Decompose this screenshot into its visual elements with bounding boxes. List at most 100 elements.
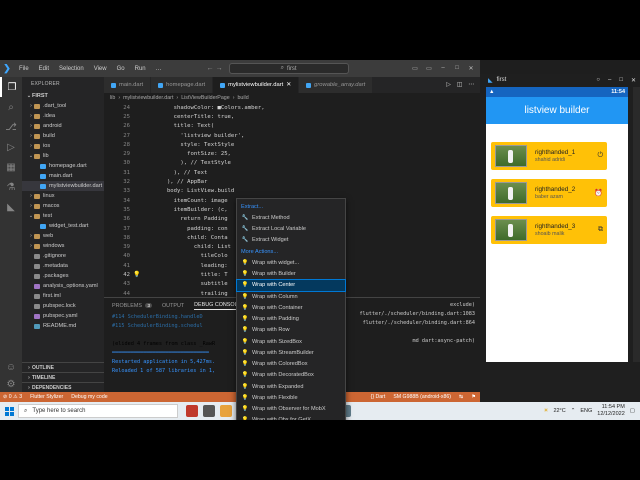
breadcrumb-item[interactable]: mylistviewbuilder.dart xyxy=(123,95,173,101)
tree-item[interactable]: README.md xyxy=(22,321,104,331)
start-button[interactable] xyxy=(0,402,18,420)
flutter-stylizer-status[interactable]: Flutter Stylizer xyxy=(30,394,63,400)
notification-center-icon[interactable]: ▢ xyxy=(630,408,635,414)
breadcrumb-item[interactable]: lib xyxy=(110,95,115,101)
explorer-icon[interactable]: ❐ xyxy=(0,77,22,97)
tree-item[interactable]: › windows xyxy=(22,241,104,251)
menu-item[interactable]: 🔧 Extract Local Variable xyxy=(237,224,345,235)
menu-item[interactable]: 💡 Wrap with Observer for MobX xyxy=(237,404,345,415)
trailing-icon[interactable]: ⧉ xyxy=(598,226,603,234)
menu-item[interactable]: 💡 Wrap with Padding xyxy=(237,314,345,325)
tab-growable-array-dart[interactable]: growable_array.dart xyxy=(299,77,374,93)
outline-section[interactable]: › OUTLINE xyxy=(22,362,104,372)
breadcrumb-item[interactable]: ListViewBuilderPage xyxy=(181,95,230,101)
tree-item[interactable]: homepage.dart xyxy=(22,161,104,171)
tree-item[interactable]: ⌄ test xyxy=(22,211,104,221)
timeline-section[interactable]: › TIMELINE xyxy=(22,372,104,382)
menu-item[interactable]: 🔧 Extract Widget xyxy=(237,235,345,246)
tree-item[interactable]: mylistviewbuilder.dart xyxy=(22,181,104,191)
tree-item[interactable]: › web xyxy=(22,231,104,241)
trailing-icon[interactable]: ⏰ xyxy=(594,189,603,197)
tree-item[interactable]: pubspec.lock xyxy=(22,301,104,311)
tree-item[interactable]: analysis_options.yaml xyxy=(22,281,104,291)
close-tab-icon[interactable]: ✕ xyxy=(286,82,291,88)
breadcrumb-item[interactable]: build xyxy=(237,95,248,101)
list-tile[interactable]: righthanded_2 baber azam ⏰ xyxy=(491,179,607,207)
command-center-search[interactable]: ⌕ first xyxy=(228,63,349,74)
clock[interactable]: 11:54 PM 12/12/2022 xyxy=(597,404,625,418)
menu-item[interactable]: 💡 Wrap with widget... xyxy=(237,257,345,268)
flutter-icon[interactable]: ◣ xyxy=(0,197,22,217)
language-indicator[interactable]: ENG xyxy=(580,408,592,414)
tree-item[interactable]: › build xyxy=(22,131,104,141)
tree-item[interactable]: main.dart xyxy=(22,171,104,181)
tab-output[interactable]: OUTPUT xyxy=(162,303,184,309)
close-button[interactable]: ✕ xyxy=(465,65,477,72)
menu-item[interactable]: 🔧 Extract Method xyxy=(237,212,345,223)
taskbar-search[interactable]: ⌕ Type here to search xyxy=(18,404,178,418)
tab-main-dart[interactable]: main.dart xyxy=(104,77,152,93)
emulator-extra-button[interactable]: ○ xyxy=(596,77,600,84)
menu-item[interactable]: 💡 Wrap with Column xyxy=(237,291,345,302)
tab-homepage-dart[interactable]: homepage.dart xyxy=(151,77,214,93)
menu-item[interactable]: 💡 Wrap with Builder xyxy=(237,269,345,280)
problems-status[interactable]: ⊘ 0 ⚠ 3 xyxy=(3,394,22,400)
workspace-root[interactable]: ⌄ FIRST xyxy=(22,91,104,101)
tree-item[interactable]: pubspec.yaml xyxy=(22,311,104,321)
tree-item[interactable]: ⌄ lib xyxy=(22,151,104,161)
menu-run[interactable]: Run xyxy=(130,66,151,72)
lightbulb-icon[interactable]: 💡 xyxy=(133,271,140,278)
debug-mode-status[interactable]: Debug my code xyxy=(71,394,107,400)
menu-item[interactable]: 💡 Wrap with Expanded xyxy=(237,381,345,392)
list-tile[interactable]: righthanded_3 shoaib malik ⧉ xyxy=(491,216,607,244)
split-editor-icon[interactable]: ◫ xyxy=(457,82,462,88)
language-status[interactable]: {} Dart xyxy=(371,394,386,400)
dependencies-section[interactable]: › DEPENDENCIES xyxy=(22,382,104,392)
menu-item[interactable]: 💡 Wrap with ColoredBox xyxy=(237,359,345,370)
notifications-icon[interactable]: ⚑ xyxy=(471,394,476,400)
maximize-button[interactable]: □ xyxy=(451,65,463,72)
tree-item[interactable]: › .dart_tool xyxy=(22,101,104,111)
tree-item[interactable]: › ios xyxy=(22,141,104,151)
settings-gear-icon[interactable]: ⚙ xyxy=(0,374,22,394)
tree-item[interactable]: first.iml xyxy=(22,291,104,301)
menu-item[interactable]: 💡 Wrap with DecoratedBox xyxy=(237,370,345,381)
news-app-icon[interactable] xyxy=(186,405,198,417)
tree-item[interactable]: .packages xyxy=(22,271,104,281)
more-actions-icon[interactable]: ⋯ xyxy=(468,82,474,88)
extensions-icon[interactable]: ▦ xyxy=(0,157,22,177)
menu-item[interactable]: 💡 Wrap with SizedBox xyxy=(237,336,345,347)
nav-back-forward-icon[interactable]: ← → xyxy=(207,65,223,72)
tab-debug-console[interactable]: DEBUG CONSOLE xyxy=(194,302,242,310)
device-status[interactable]: SM G988B (android-x86) xyxy=(393,394,451,400)
menu-item[interactable]: 💡 Wrap with Container xyxy=(237,302,345,313)
task-view-icon[interactable] xyxy=(203,405,215,417)
tree-item[interactable]: widget_test.dart xyxy=(22,221,104,231)
menu-edit[interactable]: Edit xyxy=(34,66,54,72)
tab-problems[interactable]: PROBLEMS 3 xyxy=(112,303,152,309)
tray-chevron-icon[interactable]: ⌃ xyxy=(571,408,576,414)
menu-item[interactable]: 💡 Wrap with StreamBuilder xyxy=(237,347,345,358)
menu-item[interactable]: 💡 Wrap with Flexible xyxy=(237,392,345,403)
emulator-maximize-button[interactable]: □ xyxy=(619,77,623,84)
emulator-minimize-button[interactable]: – xyxy=(608,77,611,84)
trailing-icon[interactable]: ⏻ xyxy=(597,152,603,160)
menu-file[interactable]: File xyxy=(14,66,34,72)
tab-mylistviewbuilder-dart[interactable]: mylistviewbuilder.dart ✕ xyxy=(213,77,300,93)
menu-more[interactable]: … xyxy=(151,66,167,72)
tree-item[interactable]: › .idea xyxy=(22,111,104,121)
menu-item[interactable]: 💡 Wrap with Row xyxy=(237,325,345,336)
share-icon[interactable]: ↹ xyxy=(459,394,463,400)
tree-item[interactable]: › macos xyxy=(22,201,104,211)
menu-item[interactable]: 💡 Wrap with Center xyxy=(236,278,346,293)
testing-icon[interactable]: ⚗ xyxy=(0,177,22,197)
tree-item[interactable]: .gitignore xyxy=(22,251,104,261)
weather-temp[interactable]: 22°C xyxy=(553,408,565,414)
tree-item[interactable]: › android xyxy=(22,121,104,131)
layout-toggle-icon[interactable]: ▭ xyxy=(409,65,421,72)
tree-item[interactable]: .metadata xyxy=(22,261,104,271)
menu-item[interactable]: 💡Wrap with Obx for GetX xyxy=(237,415,345,420)
menu-selection[interactable]: Selection xyxy=(54,66,89,72)
layout-toggle-icon[interactable]: ▭ xyxy=(423,65,435,72)
emulator-close-button[interactable]: ✕ xyxy=(631,77,636,84)
